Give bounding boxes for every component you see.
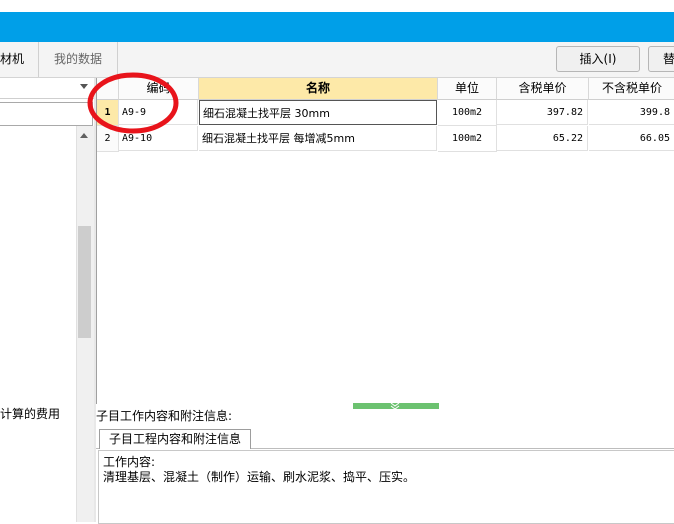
cell-name[interactable]: 细石混凝土找平层 每增减5mm [199,126,437,151]
tab-materials[interactable]: 材机 [0,42,39,77]
grid-header-price-notax[interactable]: 不含税单价 [589,78,674,100]
grid-header-name[interactable]: 名称 [199,78,438,100]
left-tree [0,126,76,522]
notes-body[interactable] [98,450,674,524]
top-strip [0,0,674,12]
cell-name[interactable]: 细石混凝土找平层 30mm [199,100,437,125]
tab-notes-content[interactable]: 子目工程内容和附注信息 [99,429,251,449]
scroll-thumb[interactable] [78,226,91,338]
insert-button[interactable]: 插入(I) [556,46,640,72]
notes-content: 清理基层、混凝土（制作）运输、刷水泥浆、捣平、压实。 [103,470,416,484]
cell-price-notax[interactable]: 399.8 [589,100,674,125]
title-bar [0,12,674,42]
splitter-expand-icon[interactable] [390,402,400,410]
notes-title: 子目工作内容和附注信息: [96,409,233,423]
cell-price-tax[interactable]: 65.22 [497,126,588,151]
items-grid: 编码 名称 单位 含税单价 不含税单价 1 A9-9 细石混凝土找平层 30mm… [96,78,674,404]
cell-unit[interactable]: 100m2 [438,100,497,126]
cell-price-tax[interactable]: 397.82 [497,100,588,125]
tree-item[interactable]: 计算的费用 [0,405,60,422]
cell-price-notax[interactable]: 66.05 [589,126,674,151]
replace-button[interactable]: 替 [648,46,674,72]
grid-header-price-tax[interactable]: 含税单价 [497,78,589,100]
annotation-circle [86,70,182,139]
grid-header-unit[interactable]: 单位 [438,78,497,100]
left-search-input[interactable] [0,102,93,126]
cell-unit[interactable]: 100m2 [438,126,497,152]
